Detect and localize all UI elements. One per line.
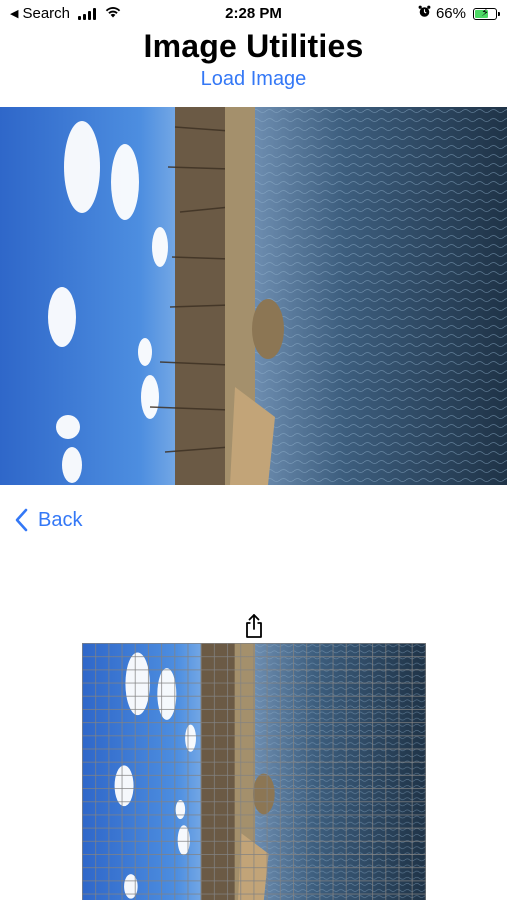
share-button[interactable] bbox=[242, 613, 266, 639]
status-bar: ◀ Search 2:28 PM 66% ⚡ bbox=[0, 0, 507, 28]
status-bar-right: 66% ⚡ bbox=[418, 5, 500, 22]
page-title: Image Utilities bbox=[143, 28, 364, 64]
share-icon bbox=[246, 614, 262, 638]
loaded-image bbox=[0, 107, 507, 485]
back-button[interactable]: Back bbox=[14, 508, 82, 532]
battery-percent: 66% bbox=[435, 5, 466, 22]
battery-charging-icon: ⚡ bbox=[473, 6, 500, 20]
bolt-icon: ⚡ bbox=[481, 6, 489, 19]
alarm-icon bbox=[418, 5, 431, 22]
chevron-left-icon bbox=[15, 508, 28, 532]
back-label: Back bbox=[38, 508, 83, 531]
gridded-image bbox=[82, 643, 426, 900]
load-image-button[interactable]: Load Image bbox=[0, 68, 507, 91]
